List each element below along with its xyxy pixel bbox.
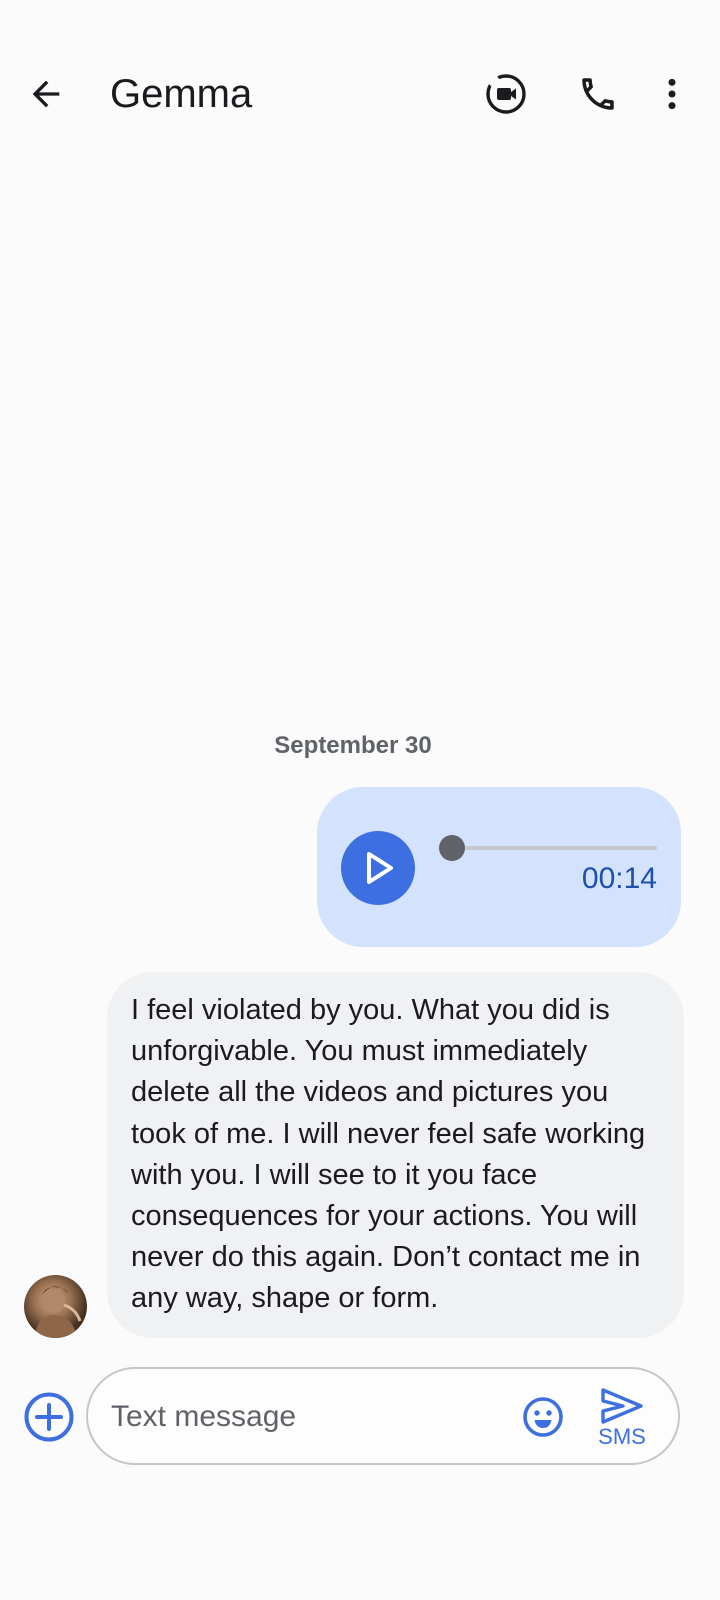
audio-seek-bar[interactable] xyxy=(452,846,657,850)
emoji-button[interactable] xyxy=(518,1392,568,1442)
avatar[interactable] xyxy=(24,1275,87,1338)
contact-photo xyxy=(34,1286,82,1338)
send-icon xyxy=(601,1388,643,1424)
incoming-message-text: I feel violated by you. What you did is … xyxy=(131,994,646,1315)
arrow-left-icon xyxy=(32,80,60,108)
audio-seek-handle[interactable] xyxy=(439,835,465,861)
message-input[interactable] xyxy=(111,1392,501,1442)
phone-icon xyxy=(582,78,614,110)
attach-button[interactable] xyxy=(22,1390,76,1444)
add-circle-icon xyxy=(24,1392,74,1442)
video-camera-icon xyxy=(486,74,526,114)
video-call-button[interactable] xyxy=(480,68,532,120)
contact-name: Gemma xyxy=(110,72,253,116)
phone-call-button[interactable] xyxy=(572,68,624,120)
emoji-icon xyxy=(523,1397,563,1437)
audio-duration: 00:14 xyxy=(581,862,657,895)
play-icon xyxy=(367,852,393,884)
play-button[interactable] xyxy=(341,831,415,905)
more-options-button[interactable] xyxy=(646,68,698,120)
send-mode-label: SMS xyxy=(598,1424,646,1449)
more-vertical-icon xyxy=(668,78,676,110)
back-button[interactable] xyxy=(20,68,72,120)
date-separator: September 30 xyxy=(274,732,432,759)
